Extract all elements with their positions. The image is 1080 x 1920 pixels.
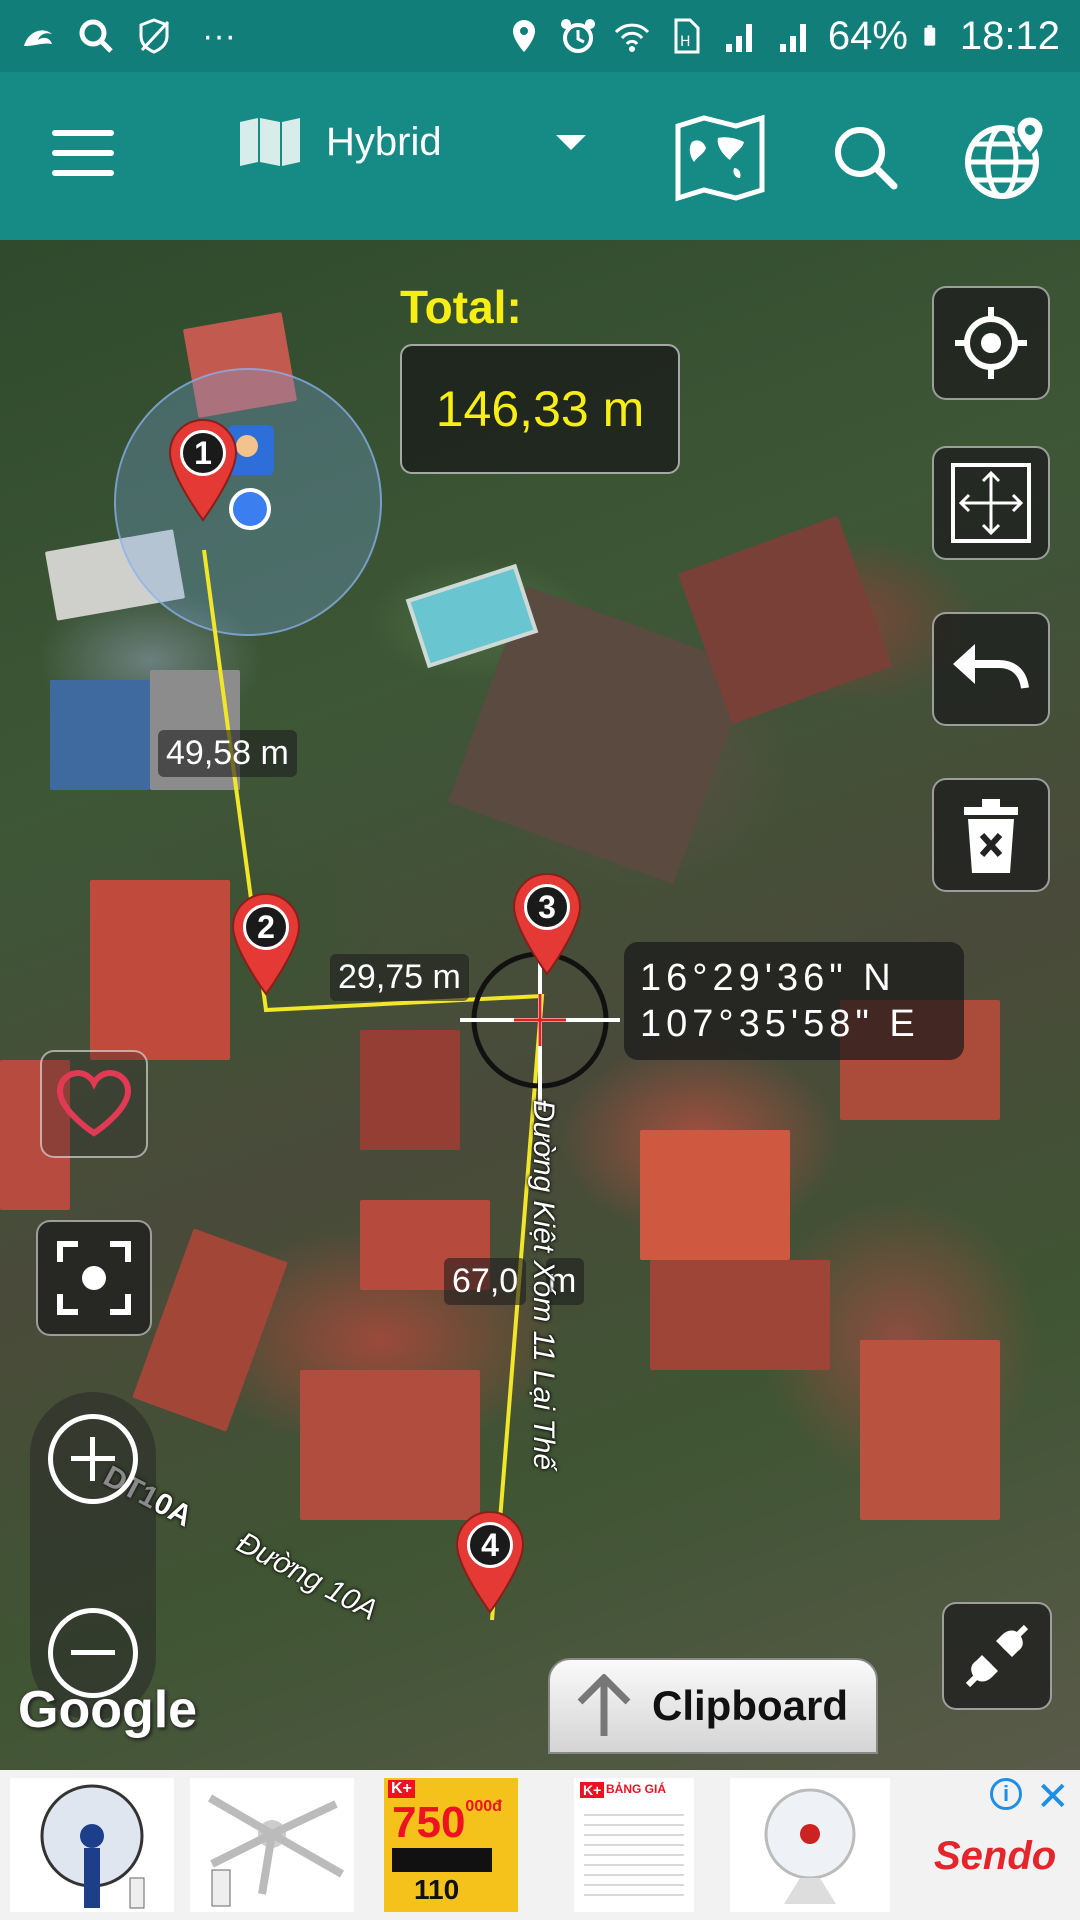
measure-point-3[interactable]: 3 [512,872,582,976]
pricelist-logo: K+ [580,1782,605,1798]
total-label: Total: [400,281,522,333]
signal-icon [779,24,806,52]
menu-icon-line [52,170,114,176]
menu-icon-line [52,150,114,156]
status-overflow-dots: ··· [202,16,236,55]
globe-location-icon [965,114,1046,199]
wifi-icon [614,23,649,52]
ad-product-wall-fan[interactable] [10,1778,174,1912]
desk-fan-image [764,1788,856,1904]
search-icon [835,127,898,190]
screenshot-icon [57,1241,131,1315]
measure-point-2[interactable]: 2 [231,892,301,996]
ceiling-fan-image [207,1794,344,1907]
ad-product-ceiling-fan[interactable] [190,1778,354,1912]
ad-kplus-pricelist[interactable]: K+ BẢNG GIÁ [574,1778,694,1912]
pricelist-body [584,1806,684,1902]
zoom-control [30,1392,156,1720]
search-icon [79,19,113,53]
dropdown-icon [555,134,586,150]
delete-icon [964,799,1018,873]
clipboard-button[interactable]: Clipboard [548,1658,878,1754]
measure-point-1[interactable]: 1 [168,418,238,522]
pin-number: 1 [180,430,226,476]
zoom-out-icon [71,1650,115,1655]
wall-fan-image [40,1784,145,1909]
pin-number: 2 [243,904,289,950]
my-location-button[interactable] [932,286,1050,400]
pin-number: 3 [524,884,570,930]
battery-percent: 64% [827,13,908,58]
unplug-icon [965,1624,1029,1688]
segment-distance-3: 67,0 [444,1258,527,1305]
battery-icon [924,25,936,46]
map-type-selector[interactable]: Hybrid [238,116,586,168]
segment-distance-1: 49,58 m [158,730,297,777]
measure-point-4[interactable]: 4 [455,1510,525,1614]
undo-button[interactable] [932,612,1050,726]
kplus-box [392,1848,492,1872]
arrow-up-icon [577,1674,631,1736]
kplus-sub: 110 [414,1874,460,1905]
svg-text:H: H [680,34,691,50]
fit-bounds-icon [951,463,1031,543]
segment-distance-2: 29,75 m [330,954,469,1001]
ad-banner[interactable]: K+ 750000đ 110 K+ BẢNG GIÁ Sendo i ✕ [0,1770,1080,1920]
location-icon [512,20,535,52]
search-button[interactable] [820,112,912,204]
kplus-price-unit: 000đ [465,1798,502,1815]
kplus-price: 750000đ [392,1798,502,1848]
total-distance: 146,33 m [400,344,680,474]
sendo-logo: Sendo [934,1834,1057,1878]
map-type-icon [240,118,300,166]
route-line [202,549,545,1621]
favorite-button[interactable] [40,1050,148,1158]
uc-browser-icon [24,30,52,46]
app-bar: Hybrid [0,72,1080,240]
screenshot-button[interactable] [36,1220,152,1336]
ad-kplus-promo[interactable]: K+ 750000đ 110 [384,1778,518,1912]
clock: 18:12 [959,13,1060,58]
my-location-icon [955,307,1027,379]
zoom-in-button[interactable] [48,1414,138,1504]
zoom-in-icon-v [90,1437,95,1481]
pricelist-title: BẢNG GIÁ [606,1782,666,1796]
google-attribution: Google [18,1681,198,1739]
disconnect-button[interactable] [942,1602,1052,1710]
sim-icon: H [674,18,700,54]
signal-icon [725,24,752,52]
menu-button[interactable] [52,130,114,178]
ad-info-icon[interactable]: i [990,1778,1022,1810]
longitude: 107°35'58" E [640,1003,920,1045]
gps-globe-button[interactable] [960,112,1052,204]
undo-icon [953,644,1029,689]
kplus-logo: K+ [388,1780,415,1798]
menu-icon [52,130,114,136]
clipboard-label: Clipboard [652,1682,848,1729]
world-map-icon [675,114,765,202]
crosshair-coordinates: 16°29'36" N 107°35'58" E [624,942,964,1060]
map-type-label: Hybrid [326,119,442,164]
pin-number: 4 [467,1522,513,1568]
favorite-icon [56,1069,132,1137]
shield-icon [139,18,170,54]
map-view[interactable]: 1 2 3 4 Total: 146,33 m 49,58 m 29,75 m … [0,240,1080,1770]
offline-maps-button[interactable] [674,112,766,204]
kplus-price-value: 750 [392,1798,466,1847]
delete-button[interactable] [932,778,1050,892]
fit-bounds-button[interactable] [932,446,1050,560]
road-label: Đường Kiệt Xóm 11 Lại Thế [527,1100,560,1471]
latitude: 16°29'36" N [640,957,896,999]
ad-close-icon[interactable]: ✕ [1036,1774,1070,1820]
status-bar: ··· H 64% 18:12 [0,0,1080,72]
ad-product-desk-fan[interactable] [730,1778,890,1912]
alarm-icon [560,19,595,53]
